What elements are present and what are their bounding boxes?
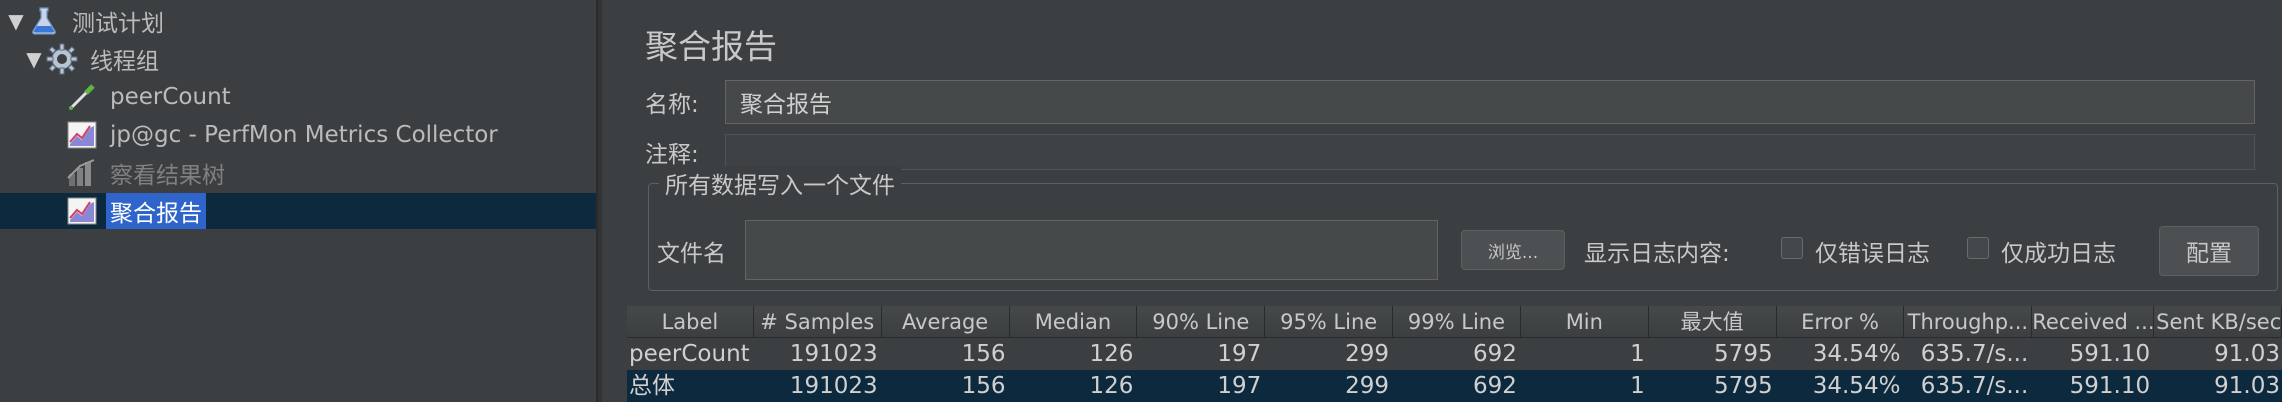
name-row: 名称: 聚合报告 <box>645 80 2255 124</box>
table-cell: 197 <box>1217 341 1262 367</box>
browse-button[interactable]: 浏览... <box>1461 230 1565 270</box>
page-title: 聚合报告 <box>645 27 777 66</box>
table-cell: 635.7/s... <box>1920 373 2029 399</box>
tree-node-perfmon[interactable]: jp@gc - PerfMon Metrics Collector <box>64 117 502 153</box>
table-cell: 692 <box>1473 341 1517 367</box>
collapse-toggle-icon[interactable]: ▼ <box>24 47 44 71</box>
tree-node-test-plan[interactable]: ▼ 测试计划 <box>6 3 168 39</box>
table-cell: 692 <box>1473 373 1517 399</box>
table-cell: 91.03 <box>2214 341 2280 367</box>
tree-item-label: 线程组 <box>90 49 159 75</box>
collapse-toggle-icon[interactable]: ▼ <box>6 9 26 33</box>
comment-label: 注释: <box>645 142 699 168</box>
success-only-checkbox[interactable] <box>1967 237 1989 259</box>
flask-icon <box>26 4 62 38</box>
errors-only-label[interactable]: 仅错误日志 <box>1815 234 1930 268</box>
column-header-received[interactable]: Received ... <box>2032 306 2155 338</box>
table-cell: peerCount <box>629 341 750 367</box>
column-header-label[interactable]: Label <box>627 306 754 338</box>
table-cell: 191023 <box>789 373 878 399</box>
table-cell: 191023 <box>789 341 878 367</box>
tree-item-label: peerCount <box>110 84 231 110</box>
column-header-min[interactable]: Min <box>1520 306 1649 338</box>
tree-node-thread-group[interactable]: ▼ 线程组 <box>24 41 163 77</box>
tree-node-view-results-tree[interactable]: 察看结果树 <box>64 155 229 191</box>
table-cell: 299 <box>1345 341 1390 367</box>
column-header-average[interactable]: Average <box>881 306 1010 338</box>
table-cell: 总体 <box>629 373 675 399</box>
table-cell: 1 <box>1630 373 1645 399</box>
success-only-label[interactable]: 仅成功日志 <box>2001 234 2116 268</box>
column-header-median[interactable]: Median <box>1009 306 1138 338</box>
table-cell: 299 <box>1345 373 1390 399</box>
tree-node-peercount[interactable]: peerCount <box>64 79 235 115</box>
column-header-sent[interactable]: Sent KB/sec <box>2154 306 2282 338</box>
column-header-99-line[interactable]: 99% Line <box>1393 306 1521 338</box>
graph-icon <box>64 118 100 152</box>
table-cell: 34.54% <box>1812 373 1901 399</box>
tree-item-label: 聚合报告 <box>106 193 206 229</box>
tree-item-label: jp@gc - PerfMon Metrics Collector <box>110 122 498 148</box>
table-cell: 5795 <box>1714 373 1773 399</box>
column-header-samples[interactable]: # Samples <box>753 306 882 338</box>
column-header-max[interactable]: 最大值 <box>1648 306 1777 338</box>
table-cell: 635.7/s... <box>1920 341 2029 367</box>
comment-row: 注释: <box>645 134 2255 170</box>
configure-button[interactable]: 配置 <box>2159 226 2259 276</box>
table-cell: 591.10 <box>2069 341 2151 367</box>
table-cell: 1 <box>1630 341 1645 367</box>
table-row[interactable]: peerCount 191023 156 126 197 299 692 1 5… <box>627 338 2282 370</box>
table-cell: 126 <box>1089 341 1134 367</box>
filename-input[interactable] <box>745 220 1438 280</box>
table-row-total[interactable]: 总体 191023 156 126 197 299 692 1 5795 34.… <box>627 370 2282 402</box>
filename-label: 文件名 <box>657 241 726 267</box>
graph-icon <box>64 194 100 228</box>
comment-input[interactable] <box>725 134 2255 170</box>
table-cell: 591.10 <box>2069 373 2151 399</box>
column-header-error[interactable]: Error % <box>1776 306 1905 338</box>
column-header-90-line[interactable]: 90% Line <box>1137 306 1266 338</box>
tree-item-label: 测试计划 <box>72 11 164 37</box>
name-label: 名称: <box>645 92 699 118</box>
name-input[interactable]: 聚合报告 <box>725 80 2255 124</box>
errors-only-checkbox[interactable] <box>1781 237 1803 259</box>
table-header: Label # Samples Average Median 90% Line … <box>627 306 2282 338</box>
chart-icon <box>64 156 100 190</box>
column-header-95-line[interactable]: 95% Line <box>1265 306 1394 338</box>
log-content-label: 显示日志内容: <box>1584 241 1730 267</box>
aggregate-table[interactable]: Label # Samples Average Median 90% Line … <box>627 306 2282 402</box>
table-cell: 156 <box>961 341 1006 367</box>
test-plan-tree[interactable]: ▼ 测试计划 ▼ 线程组 peerCount jp@gc - PerfMon M… <box>0 0 602 402</box>
pipette-icon <box>64 80 100 114</box>
table-cell: 5795 <box>1714 341 1773 367</box>
table-cell: 126 <box>1089 373 1134 399</box>
table-cell: 91.03 <box>2214 373 2280 399</box>
write-to-file-group: 所有数据写入一个文件 文件名 浏览... 显示日志内容: 仅错误日志 仅成功日志… <box>648 166 2278 291</box>
table-cell: 156 <box>961 373 1006 399</box>
gear-icon <box>44 42 80 76</box>
tree-node-aggregate-report[interactable]: 聚合报告 <box>0 193 596 229</box>
group-title: 所有数据写入一个文件 <box>659 166 901 200</box>
tree-item-label: 察看结果树 <box>110 163 225 189</box>
table-cell: 197 <box>1217 373 1262 399</box>
table-cell: 34.54% <box>1812 341 1901 367</box>
column-header-throughput[interactable]: Throughp... <box>1904 306 2033 338</box>
